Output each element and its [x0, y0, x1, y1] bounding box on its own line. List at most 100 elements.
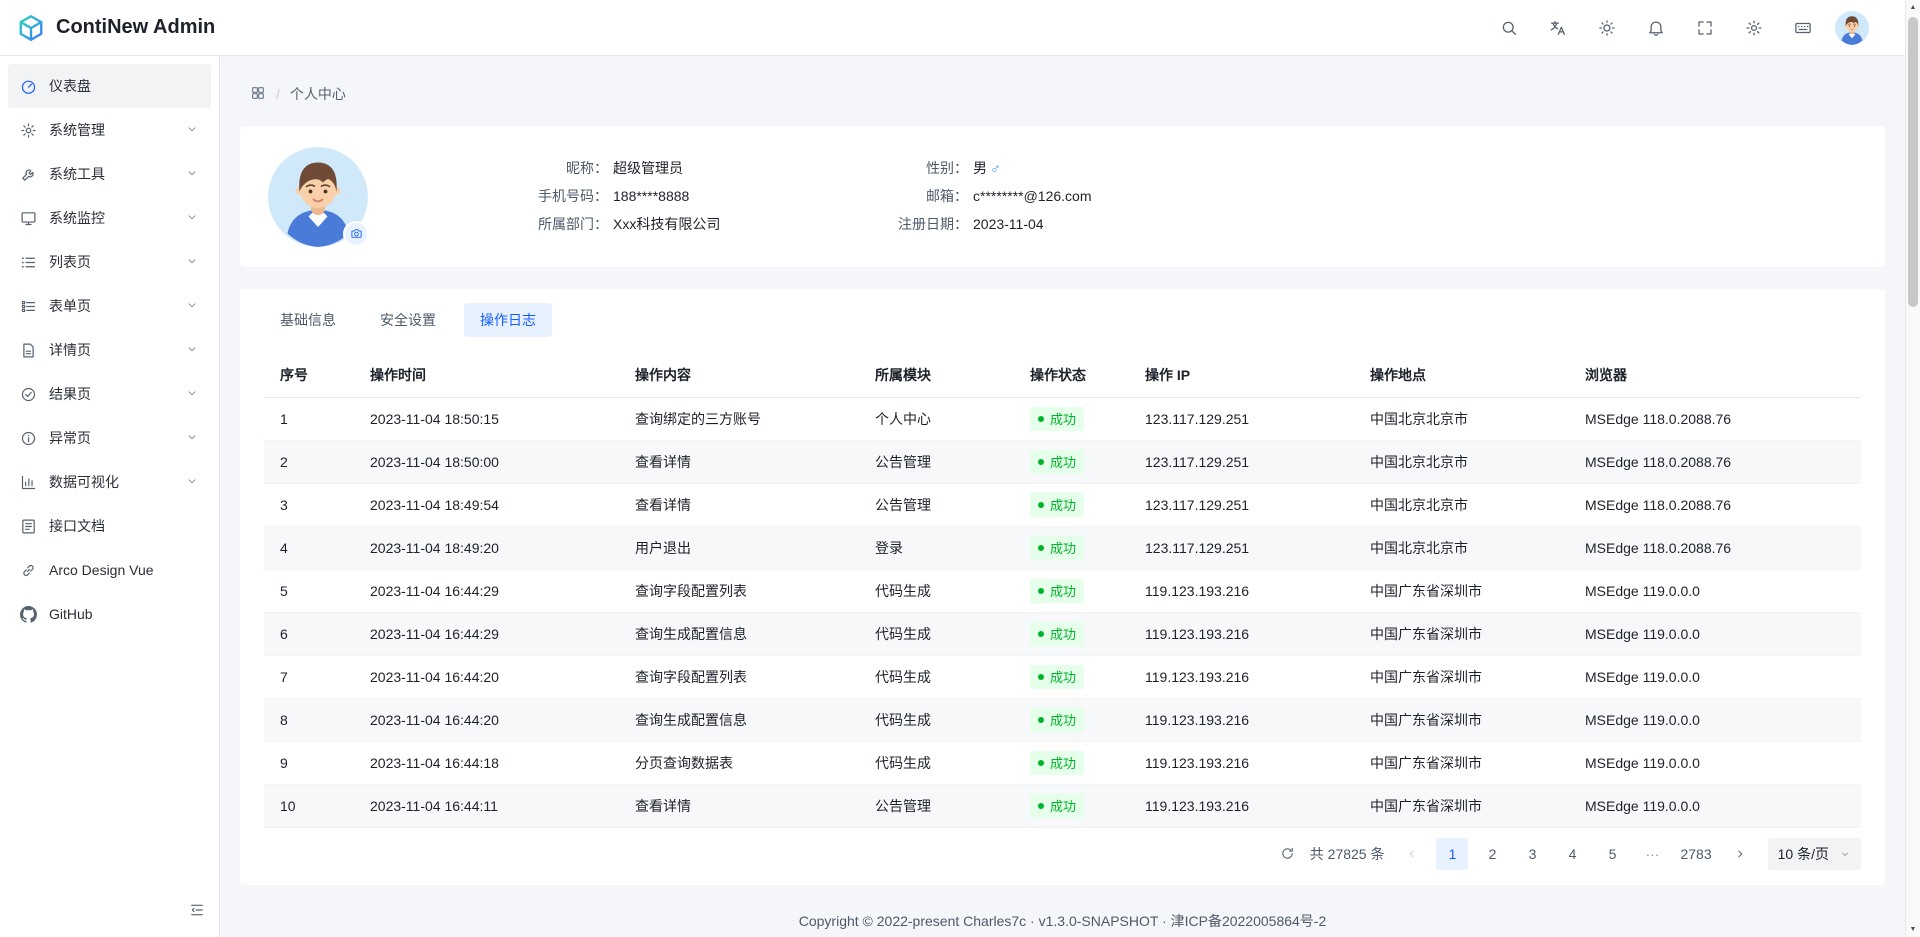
shortcuts-button[interactable]	[1786, 11, 1820, 45]
cell-time: 2023-11-04 16:44:20	[354, 698, 619, 741]
chevron-down-icon	[185, 166, 199, 183]
chevron-down-icon	[185, 430, 199, 447]
cell-location: 中国广东省深圳市	[1354, 655, 1569, 698]
page-button-1[interactable]: 1	[1436, 838, 1468, 870]
refresh-button[interactable]	[1274, 840, 1302, 868]
edit-avatar-button[interactable]	[343, 221, 369, 247]
cell-content: 查看详情	[619, 483, 859, 526]
scrollbar-up-arrow-icon[interactable]: ▲	[1906, 0, 1920, 15]
sidebar-item-exception-page[interactable]: 异常页	[8, 416, 211, 460]
field-label: 昵称：	[488, 157, 608, 180]
cell-browser: MSEdge 119.0.0.0	[1569, 655, 1861, 698]
chevron-down-icon	[185, 122, 199, 139]
sidebar-item-system-management[interactable]: 系统管理	[8, 108, 211, 152]
field-value: Xxx科技有限公司	[613, 213, 720, 236]
sidebar-item-label: 接口文档	[49, 516, 199, 536]
profile-card: 昵称：超级管理员手机号码：188****8888所属部门：Xxx科技有限公司 性…	[240, 126, 1885, 267]
status-dot-icon	[1038, 674, 1044, 680]
sidebar-item-dashboard[interactable]: 仪表盘	[8, 64, 211, 108]
sidebar-item-arco-design-vue[interactable]: Arco Design Vue	[8, 548, 211, 592]
apps-grid-icon[interactable]	[250, 85, 266, 104]
next-page-button[interactable]	[1724, 838, 1756, 870]
tab-basic-info[interactable]: 基础信息	[264, 303, 352, 337]
scrollbar-thumb[interactable]	[1908, 17, 1918, 307]
tab-security-settings[interactable]: 安全设置	[364, 303, 452, 337]
page-button-2[interactable]: 2	[1476, 838, 1508, 870]
sidebar-item-list-page[interactable]: 列表页	[8, 240, 211, 284]
table-row: 32023-11-04 18:49:54查看详情公告管理成功123.117.12…	[264, 483, 1861, 526]
sidebar-item-detail-page[interactable]: 详情页	[8, 328, 211, 372]
tab-operation-log[interactable]: 操作日志	[464, 303, 552, 337]
status-dot-icon	[1038, 760, 1044, 766]
page-button-3[interactable]: 3	[1516, 838, 1548, 870]
table-row: 62023-11-04 16:44:29查询生成配置信息代码生成成功119.12…	[264, 612, 1861, 655]
page-button-5[interactable]: 5	[1596, 838, 1628, 870]
translate-button[interactable]	[1541, 11, 1575, 45]
field-label: 性别：	[888, 157, 968, 180]
prev-page-button[interactable]	[1396, 838, 1428, 870]
fullscreen-button[interactable]	[1688, 11, 1722, 45]
sidebar-item-result-page[interactable]: 结果页	[8, 372, 211, 416]
vertical-scrollbar[interactable]: ▲ ▼	[1905, 0, 1920, 937]
profile-field: 邮箱：c********@126.com	[888, 185, 1092, 208]
cell-module: 代码生成	[859, 741, 1014, 784]
field-label: 所属部门：	[488, 213, 608, 236]
cell-location: 中国广东省深圳市	[1354, 698, 1569, 741]
page-size-select[interactable]: 10 条/页	[1768, 838, 1861, 870]
sidebar-item-system-tools[interactable]: 系统工具	[8, 152, 211, 196]
sidebar-item-label: 异常页	[49, 428, 173, 448]
search-button[interactable]	[1492, 11, 1526, 45]
column-header: 操作 IP	[1129, 353, 1354, 397]
page-button-2783[interactable]: 2783	[1676, 838, 1715, 870]
cell-time: 2023-11-04 18:49:54	[354, 483, 619, 526]
status-dot-icon	[1038, 459, 1044, 465]
notifications-button[interactable]	[1639, 11, 1673, 45]
status-badge: 成功	[1030, 622, 1084, 646]
cell-time: 2023-11-04 18:49:20	[354, 526, 619, 569]
cell-index: 9	[264, 741, 354, 784]
column-header: 浏览器	[1569, 353, 1861, 397]
cell-ip: 119.123.193.216	[1129, 741, 1354, 784]
cell-browser: MSEdge 118.0.2088.76	[1569, 397, 1861, 440]
cell-ip: 119.123.193.216	[1129, 698, 1354, 741]
cell-status: 成功	[1014, 569, 1129, 612]
status-dot-icon	[1038, 588, 1044, 594]
translate-icon	[1549, 19, 1567, 37]
cell-location: 中国广东省深圳市	[1354, 569, 1569, 612]
sidebar-item-form-page[interactable]: 表单页	[8, 284, 211, 328]
cell-browser: MSEdge 119.0.0.0	[1569, 698, 1861, 741]
tabs: 基础信息安全设置操作日志	[264, 303, 1861, 337]
page-button-4[interactable]: 4	[1556, 838, 1588, 870]
cell-module: 个人中心	[859, 397, 1014, 440]
theme-button[interactable]	[1590, 11, 1624, 45]
sidebar-item-label: 列表页	[49, 252, 173, 272]
sidebar-item-data-visualization[interactable]: 数据可视化	[8, 460, 211, 504]
sidebar-item-label: 系统工具	[49, 164, 173, 184]
breadcrumb-current: 个人中心	[290, 84, 346, 104]
menu-fold-icon	[189, 902, 205, 918]
sidebar-item-api-docs[interactable]: 接口文档	[8, 504, 211, 548]
user-avatar[interactable]	[1835, 11, 1869, 45]
scrollbar-down-arrow-icon[interactable]: ▼	[1906, 922, 1920, 937]
chevron-right-icon	[1733, 847, 1747, 861]
collapse-sidebar-button[interactable]	[184, 897, 210, 923]
camera-icon	[350, 227, 363, 240]
column-header: 序号	[264, 353, 354, 397]
header-icon-buttons	[1492, 11, 1820, 45]
apps-grid-icon	[250, 85, 266, 101]
pagination-ellipsis[interactable]: ···	[1636, 838, 1668, 870]
cell-browser: MSEdge 118.0.2088.76	[1569, 440, 1861, 483]
chevron-down-icon	[185, 386, 199, 400]
sidebar-item-github[interactable]: GitHub	[8, 592, 211, 636]
sidebar-item-system-monitor[interactable]: 系统监控	[8, 196, 211, 240]
profile-field: 手机号码：188****8888	[488, 185, 888, 208]
search-icon	[1500, 19, 1518, 37]
app-logo[interactable]: ContiNew Admin	[16, 13, 215, 43]
form-icon	[20, 298, 37, 315]
chevron-down-icon	[185, 254, 199, 271]
cell-time: 2023-11-04 18:50:15	[354, 397, 619, 440]
settings-button[interactable]	[1737, 11, 1771, 45]
status-badge: 成功	[1030, 450, 1084, 474]
status-dot-icon	[1038, 416, 1044, 422]
notifications-icon	[1647, 19, 1665, 37]
